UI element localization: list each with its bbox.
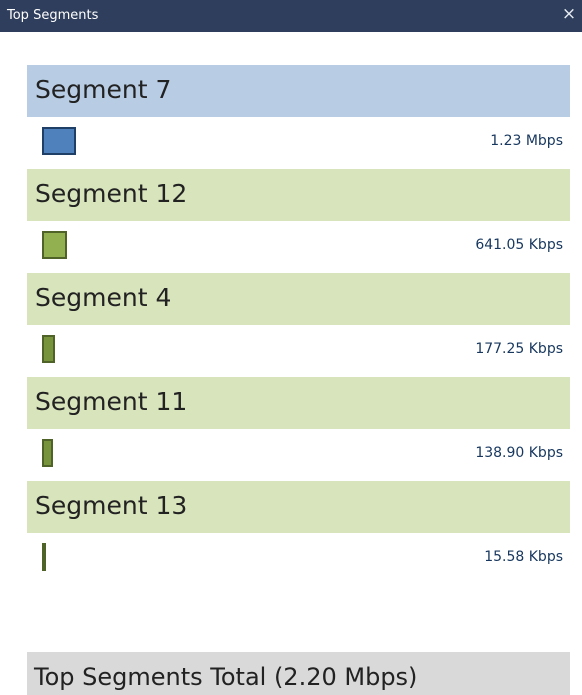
segment-name: Segment 11 bbox=[35, 387, 188, 416]
segment-rate: 641.05 Kbps bbox=[475, 237, 563, 253]
segment-item[interactable]: Segment 11 138.90 Kbps bbox=[27, 377, 570, 481]
segment-rate: 15.58 Kbps bbox=[484, 549, 563, 565]
segment-rate: 177.25 Kbps bbox=[475, 341, 563, 357]
segment-header[interactable]: Segment 12 bbox=[27, 169, 570, 221]
total-label: Top Segments Total (2.20 Mbps) bbox=[34, 663, 418, 691]
segment-item[interactable]: Segment 4 177.25 Kbps bbox=[27, 273, 570, 377]
segment-list: Segment 7 1.23 Mbps Segment 12 641.05 Kb… bbox=[27, 65, 570, 585]
segment-rate-bar bbox=[42, 439, 53, 467]
segment-item[interactable]: Segment 12 641.05 Kbps bbox=[27, 169, 570, 273]
segment-name: Segment 7 bbox=[35, 75, 172, 104]
segment-item[interactable]: Segment 13 15.58 Kbps bbox=[27, 481, 570, 585]
segment-item[interactable]: Segment 7 1.23 Mbps bbox=[27, 65, 570, 169]
segment-header[interactable]: Segment 7 bbox=[27, 65, 570, 117]
segment-rate: 138.90 Kbps bbox=[475, 445, 563, 461]
segment-header[interactable]: Segment 11 bbox=[27, 377, 570, 429]
segment-rate-bar bbox=[42, 127, 76, 155]
close-icon[interactable]: × bbox=[560, 5, 578, 23]
segment-rate-bar bbox=[42, 231, 67, 259]
segment-name: Segment 4 bbox=[35, 283, 172, 312]
window-title: Top Segments bbox=[7, 8, 99, 23]
segment-header[interactable]: Segment 13 bbox=[27, 481, 570, 533]
title-bar: Top Segments × bbox=[0, 0, 582, 32]
total-summary: Top Segments Total (2.20 Mbps) bbox=[27, 652, 570, 695]
segment-header[interactable]: Segment 4 bbox=[27, 273, 570, 325]
segment-name: Segment 12 bbox=[35, 179, 188, 208]
segment-name: Segment 13 bbox=[35, 491, 188, 520]
segment-rate-bar bbox=[42, 335, 55, 363]
segment-rate-bar bbox=[42, 543, 46, 571]
segment-rate: 1.23 Mbps bbox=[490, 133, 563, 149]
